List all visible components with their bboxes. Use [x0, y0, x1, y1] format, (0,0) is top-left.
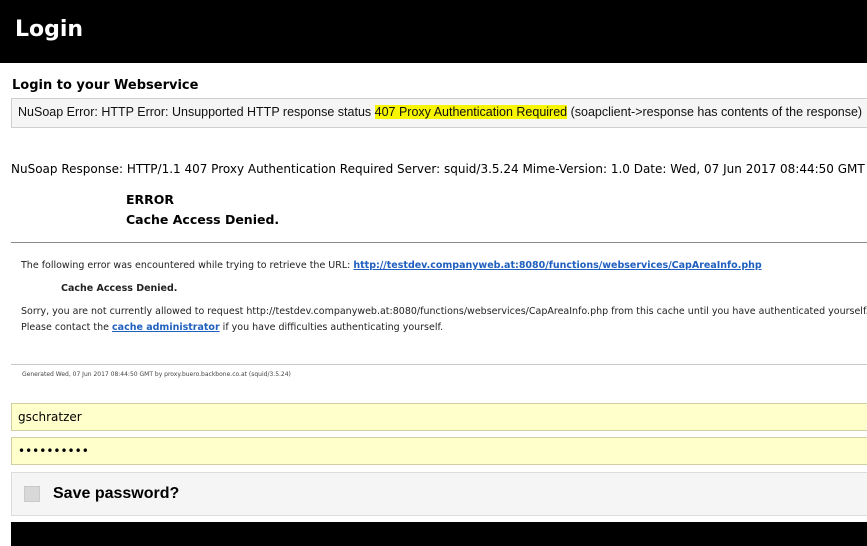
error-prefix: NuSoap Error: HTTP Error: Unsupported HT…: [18, 105, 375, 119]
squid-error-title: ERROR: [126, 192, 175, 207]
section-title: Login to your Webservice: [12, 78, 199, 93]
password-input[interactable]: [12, 438, 867, 464]
divider: [11, 242, 867, 243]
contact-line: Please contact the cache administrator i…: [21, 322, 443, 333]
save-password-row[interactable]: Save password?: [11, 472, 867, 516]
error-suffix: (soapclient->response has contents of th…: [567, 105, 863, 119]
generated-footer: Generated Wed, 07 Jun 2017 08:44:50 GMT …: [22, 371, 291, 378]
page-title: Login: [15, 17, 84, 42]
submit-bar[interactable]: [11, 522, 867, 546]
save-password-checkbox[interactable]: [24, 486, 40, 502]
contact-suffix: if you have difficulties authenticating …: [219, 322, 444, 333]
cache-denied-text: Cache Access Denied.: [61, 283, 178, 294]
username-input[interactable]: [12, 404, 867, 430]
url-prefix: The following error was encountered whil…: [21, 260, 354, 271]
cache-admin-link[interactable]: cache administrator: [112, 322, 220, 333]
contact-prefix: Please contact the: [21, 322, 113, 333]
url-line: The following error was encountered whil…: [21, 260, 762, 271]
error-highlight: 407 Proxy Authentication Required: [374, 105, 568, 119]
sorry-text: Sorry, you are not currently allowed to …: [21, 306, 867, 317]
squid-error-subtitle: Cache Access Denied.: [126, 212, 280, 227]
save-password-label: Save password?: [53, 485, 180, 502]
error-message: NuSoap Error: HTTP Error: Unsupported HT…: [18, 105, 862, 119]
url-link[interactable]: http://testdev.companyweb.at:8080/functi…: [353, 260, 761, 271]
password-field[interactable]: [11, 437, 867, 465]
username-field[interactable]: [11, 403, 867, 431]
header-bar: Login: [0, 0, 867, 63]
error-message-box: NuSoap Error: HTTP Error: Unsupported HT…: [11, 98, 867, 128]
nusoap-response: NuSoap Response: HTTP/1.1 407 Proxy Auth…: [11, 162, 865, 176]
divider: [11, 364, 867, 365]
